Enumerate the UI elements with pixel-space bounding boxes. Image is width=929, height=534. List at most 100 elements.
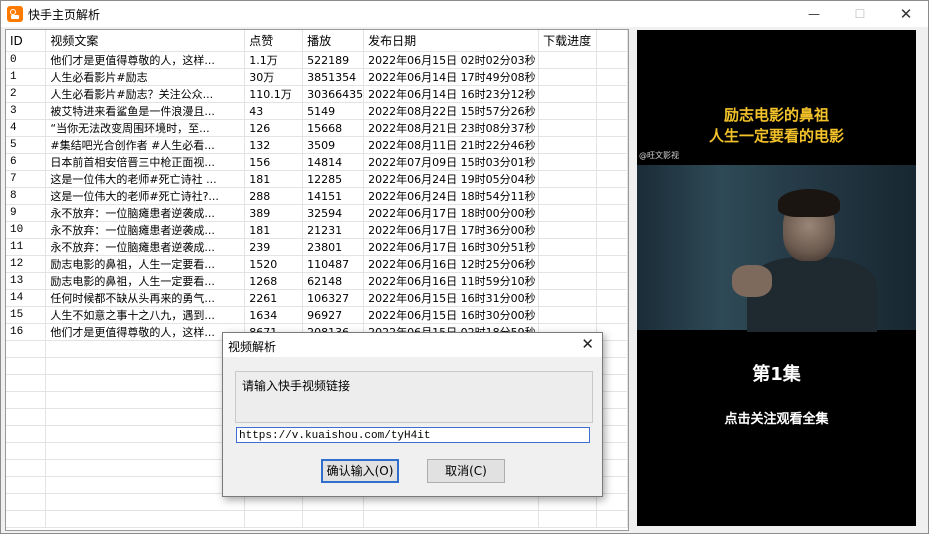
cell-empty: [45, 391, 246, 409]
url-input[interactable]: https://v.kuaishou.com/tyH4it: [236, 427, 590, 443]
cell-date: 2022年06月15日 02时02分03秒: [363, 51, 540, 69]
close-button[interactable]: ✕: [883, 1, 929, 27]
cell-empty: [244, 510, 304, 528]
dialog-title-bar[interactable]: 视频解析 ✕: [223, 333, 602, 357]
cell-empty: [538, 510, 598, 528]
cell-empty: [596, 510, 628, 528]
table-row[interactable]: 1 人生必看影片#励志 30万 3851354 2022年06月14日 17时49分08…: [6, 68, 628, 86]
cell-progress: [538, 170, 598, 188]
table-row[interactable]: 2 人生必看影片#励志？关注公众... 110.1万 30366435 2022年06月…: [6, 85, 628, 103]
cell-plays: 3851354: [302, 68, 365, 86]
cell-plays: 21231: [302, 221, 365, 239]
cell-likes: 1634: [244, 306, 304, 324]
table-row[interactable]: 15 人生不如意之事十之八九，遇到... 1634 96927 2022年06月15日 …: [6, 306, 628, 324]
cell-likes: 110.1万: [244, 85, 304, 103]
cell-date: 2022年06月15日 16时31分00秒: [363, 289, 540, 307]
cell-progress: [538, 289, 598, 307]
table-row[interactable]: 7 这是一位伟大的老师#死亡诗社 ... 181 12285 2022年06月24日 1…: [6, 170, 628, 188]
title-bar[interactable]: 快手主页解析 — ☐ ✕: [1, 1, 928, 27]
dialog-close-button[interactable]: ✕: [581, 335, 594, 353]
column-header-progress[interactable]: 下载进度: [538, 30, 598, 52]
column-header-caption[interactable]: 视频文案: [45, 30, 246, 52]
cell-caption: 人生不如意之事十之八九，遇到...: [45, 306, 246, 324]
cell-plays: 522189: [302, 51, 365, 69]
cell-likes: 288: [244, 187, 304, 205]
table-row[interactable]: 5 #集结吧光合创作者 #人生必看... 132 3509 2022年08月11日 21…: [6, 136, 628, 154]
table-row[interactable]: 4 “当你无法改变周围环境时，至... 126 15668 2022年08月21日 23…: [6, 119, 628, 137]
cell-caption: 任何时候都不缺从头再来的勇气...: [45, 289, 246, 307]
cell-id: 14: [6, 289, 47, 307]
cell-likes: 2261: [244, 289, 304, 307]
cell-plays: 110487: [302, 255, 365, 273]
dialog-title: 视频解析: [228, 340, 277, 354]
cell-progress: [538, 204, 598, 222]
cell-empty: [45, 374, 246, 392]
cell-date: 2022年06月16日 12时25分06秒: [363, 255, 540, 273]
cell-plays: 30366435: [302, 85, 365, 103]
cell-empty: [596, 289, 628, 307]
cell-caption: 人生必看影片#励志: [45, 68, 246, 86]
preview-watermark: @旺文影视: [639, 151, 679, 160]
table-row[interactable]: 9 永不放弃：一位脑瘫患者逆袭成... 389 32594 2022年06月17日 18…: [6, 204, 628, 222]
table-row[interactable]: 14 任何时候都不缺从头再来的勇气... 2261 106327 2022年06月15日…: [6, 289, 628, 307]
cell-id: 13: [6, 272, 47, 290]
cell-empty: [6, 357, 47, 375]
cell-caption: 这是一位伟大的老师#死亡诗社 ...: [45, 170, 246, 188]
cell-plays: 5149: [302, 102, 365, 120]
table-header-row: ID 视频文案 点赞 播放 发布日期 下载进度: [6, 30, 628, 52]
cell-date: 2022年08月22日 15时57分26秒: [363, 102, 540, 120]
table-row[interactable]: 6 日本前首相安倍晋三中枪正面视... 156 14814 2022年07月09日 15…: [6, 153, 628, 171]
preview-figure-hand: [732, 265, 772, 297]
cell-empty: [596, 102, 628, 120]
cell-empty: [6, 374, 47, 392]
table-row[interactable]: 3 被艾特进来看鲨鱼是一件浪漫且... 43 5149 2022年08月22日 15时5…: [6, 102, 628, 120]
dialog-prompt-text: 请输入快手视频链接: [242, 379, 351, 393]
minimize-button[interactable]: —: [791, 1, 837, 27]
cell-empty: [6, 391, 47, 409]
cell-caption: 他们才是更值得尊敬的人，这样...: [45, 323, 246, 341]
column-header-likes[interactable]: 点赞: [244, 30, 304, 52]
cell-empty: [596, 68, 628, 86]
cell-caption: 被艾特进来看鲨鱼是一件浪漫且...: [45, 102, 246, 120]
cell-empty: [6, 493, 47, 511]
cell-empty: [6, 340, 47, 358]
cell-empty: [596, 272, 628, 290]
cell-caption: 励志电影的鼻祖，人生一定要看...: [45, 255, 246, 273]
cell-date: 2022年06月14日 16时23分12秒: [363, 85, 540, 103]
table-row[interactable]: 13 励志电影的鼻祖，人生一定要看... 1268 62148 2022年06月16日 …: [6, 272, 628, 290]
table-row[interactable]: 12 励志电影的鼻祖，人生一定要看... 1520 110487 2022年06月16日…: [6, 255, 628, 273]
cancel-button[interactable]: 取消(C): [427, 459, 505, 483]
cell-date: 2022年06月17日 18时00分00秒: [363, 204, 540, 222]
cell-caption: 这是一位伟大的老师#死亡诗社?...: [45, 187, 246, 205]
table-row[interactable]: 10 永不放弃：一位脑瘫患者逆袭成... 181 21231 2022年06月17日 1…: [6, 221, 628, 239]
confirm-button[interactable]: 确认输入(O): [321, 459, 399, 483]
table-row[interactable]: 11 永不放弃：一位脑瘫患者逆袭成... 239 23801 2022年06月17日 1…: [6, 238, 628, 256]
maximize-button[interactable]: ☐: [837, 1, 883, 27]
cell-empty: [6, 510, 47, 528]
column-header-id[interactable]: ID: [6, 30, 47, 52]
cell-caption: 永不放弃：一位脑瘫患者逆袭成...: [45, 238, 246, 256]
cell-empty: [45, 459, 246, 477]
cell-progress: [538, 119, 598, 137]
column-header-plays[interactable]: 播放: [302, 30, 365, 52]
cell-progress: [538, 102, 598, 120]
cell-empty: [363, 510, 540, 528]
cell-empty: [596, 255, 628, 273]
cell-id: 16: [6, 323, 47, 341]
cell-plays: 3509: [302, 136, 365, 154]
cell-empty: [45, 493, 246, 511]
column-header-date[interactable]: 发布日期: [363, 30, 540, 52]
video-preview[interactable]: 励志电影的鼻祖 人生一定要看的电影 @旺文影视 第1集 点击关注观看全集: [637, 30, 916, 526]
cell-plays: 23801: [302, 238, 365, 256]
cell-empty: [596, 119, 628, 137]
cell-caption: 人生必看影片#励志？关注公众...: [45, 85, 246, 103]
cell-likes: 43: [244, 102, 304, 120]
window-title: 快手主页解析: [28, 8, 101, 22]
cell-progress: [538, 136, 598, 154]
cell-empty: [6, 459, 47, 477]
cell-empty: [596, 51, 628, 69]
cell-empty: [596, 136, 628, 154]
table-row[interactable]: 8 这是一位伟大的老师#死亡诗社?... 288 14151 2022年06月24日 1…: [6, 187, 628, 205]
cell-date: 2022年06月15日 16时30分00秒: [363, 306, 540, 324]
table-row[interactable]: 0 他们才是更值得尊敬的人，这样... 1.1万 522189 2022年06月15日 …: [6, 51, 628, 69]
